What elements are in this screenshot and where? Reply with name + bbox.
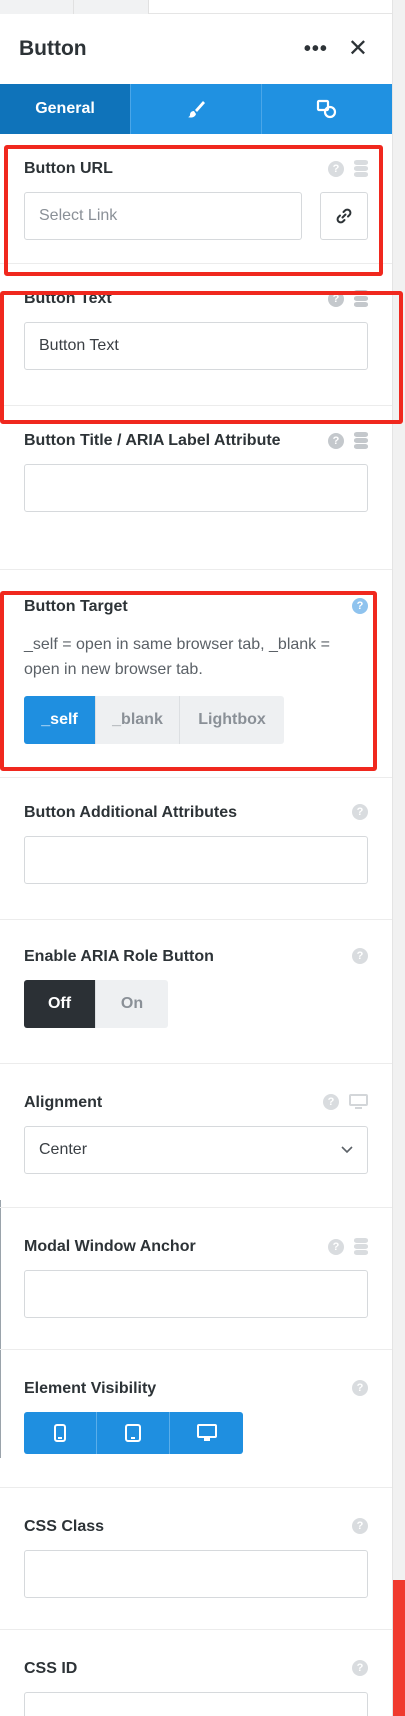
dynamic-data-icon[interactable] (354, 160, 368, 177)
modal-anchor-input[interactable] (24, 1270, 368, 1318)
visibility-desktop[interactable] (170, 1412, 243, 1454)
field-label: Button Additional Attributes (24, 804, 237, 821)
alignment-select[interactable]: Center (24, 1126, 368, 1174)
field-button-text: Button Text ? Button Text (0, 264, 392, 406)
field-button-title: Button Title / ARIA Label Attribute ? (0, 406, 392, 570)
link-icon (336, 208, 352, 224)
field-label: Enable ARIA Role Button (24, 948, 214, 965)
help-icon[interactable]: ? (328, 160, 344, 177)
vertical-scrollbar[interactable] (392, 0, 405, 1716)
help-icon[interactable]: ? (352, 1518, 368, 1534)
target-option-blank[interactable]: _blank (96, 696, 180, 744)
field-label: Alignment (24, 1094, 103, 1111)
css-id-input[interactable] (24, 1692, 368, 1716)
alignment-value: Center (39, 1141, 88, 1158)
brush-icon (188, 101, 205, 118)
field-css-id: CSS ID ? (0, 1630, 392, 1716)
panel-header: Button ••• ✕ (0, 14, 392, 84)
help-icon[interactable]: ? (328, 1238, 344, 1255)
help-icon[interactable]: ? (352, 804, 368, 820)
field-css-class: CSS Class ? (0, 1488, 392, 1630)
css-class-input[interactable] (24, 1550, 368, 1598)
help-icon[interactable]: ? (352, 598, 368, 614)
field-button-target: Button Target ? _self = open in same bro… (0, 570, 392, 778)
field-label: CSS Class (24, 1518, 105, 1535)
field-label: Element Visibility (24, 1380, 157, 1397)
visibility-tablet[interactable] (97, 1412, 170, 1454)
field-label: Button Target (24, 598, 128, 615)
field-modal-anchor: Modal Window Anchor ? (0, 1208, 392, 1350)
field-label: CSS ID (24, 1660, 78, 1677)
button-target-toggle: _self _blank Lightbox (24, 696, 284, 744)
field-button-url: Button URL ? Select Link (0, 134, 392, 264)
field-element-visibility: Element Visibility ? (0, 1350, 392, 1488)
visibility-mobile[interactable] (24, 1412, 97, 1454)
help-icon[interactable]: ? (352, 1380, 368, 1396)
more-horizontal-icon[interactable]: ••• (304, 38, 328, 61)
close-icon[interactable]: ✕ (348, 37, 368, 61)
shapes-icon (316, 99, 337, 119)
mobile-icon (54, 1424, 66, 1442)
target-option-lightbox[interactable]: Lightbox (180, 696, 284, 744)
field-label: Button Title / ARIA Label Attribute (24, 432, 281, 449)
field-aria-role: Enable ARIA Role Button ? Off On (0, 920, 392, 1064)
tablet-icon (125, 1424, 141, 1442)
top-tab-strip (0, 0, 392, 14)
panel-title: Button (19, 37, 87, 60)
button-title-input[interactable] (24, 464, 368, 512)
visibility-toggle (24, 1412, 243, 1454)
help-icon[interactable]: ? (352, 1660, 368, 1676)
help-icon[interactable]: ? (323, 1094, 339, 1110)
field-label: Button URL (24, 160, 113, 177)
top-tab-1[interactable] (0, 0, 74, 14)
top-tab-2[interactable] (74, 0, 149, 14)
aria-role-toggle: Off On (24, 980, 168, 1028)
dynamic-data-icon[interactable] (354, 432, 368, 449)
responsive-desktop-icon[interactable] (349, 1094, 368, 1110)
button-text-input[interactable]: Button Text (24, 322, 368, 370)
target-option-self[interactable]: _self (24, 696, 96, 744)
tab-general[interactable]: General (0, 84, 131, 134)
button-url-input[interactable]: Select Link (24, 192, 302, 240)
panel-tabs: General (0, 84, 392, 134)
desktop-icon (196, 1424, 217, 1441)
select-link-button[interactable] (320, 192, 368, 240)
tab-design[interactable] (131, 84, 262, 134)
dynamic-data-icon[interactable] (354, 1238, 368, 1255)
scroll-indicator (393, 1580, 405, 1716)
tab-extras[interactable] (262, 84, 392, 134)
settings-panel: Button ••• ✕ General Button URL ? Select… (0, 14, 392, 1716)
field-button-additional-attributes: Button Additional Attributes ? (0, 778, 392, 920)
field-alignment: Alignment ? Center (0, 1064, 392, 1208)
field-label: Button Text (24, 290, 112, 307)
help-icon[interactable]: ? (328, 290, 344, 307)
aria-option-off[interactable]: Off (24, 980, 96, 1028)
field-label: Modal Window Anchor (24, 1238, 196, 1255)
dynamic-data-icon[interactable] (354, 290, 368, 307)
field-description: _self = open in same browser tab, _blank… (24, 636, 330, 678)
chevron-down-icon (341, 1146, 353, 1154)
help-icon[interactable]: ? (328, 432, 344, 449)
additional-attributes-input[interactable] (24, 836, 368, 884)
help-icon[interactable]: ? (352, 948, 368, 964)
aria-option-on[interactable]: On (96, 980, 168, 1028)
